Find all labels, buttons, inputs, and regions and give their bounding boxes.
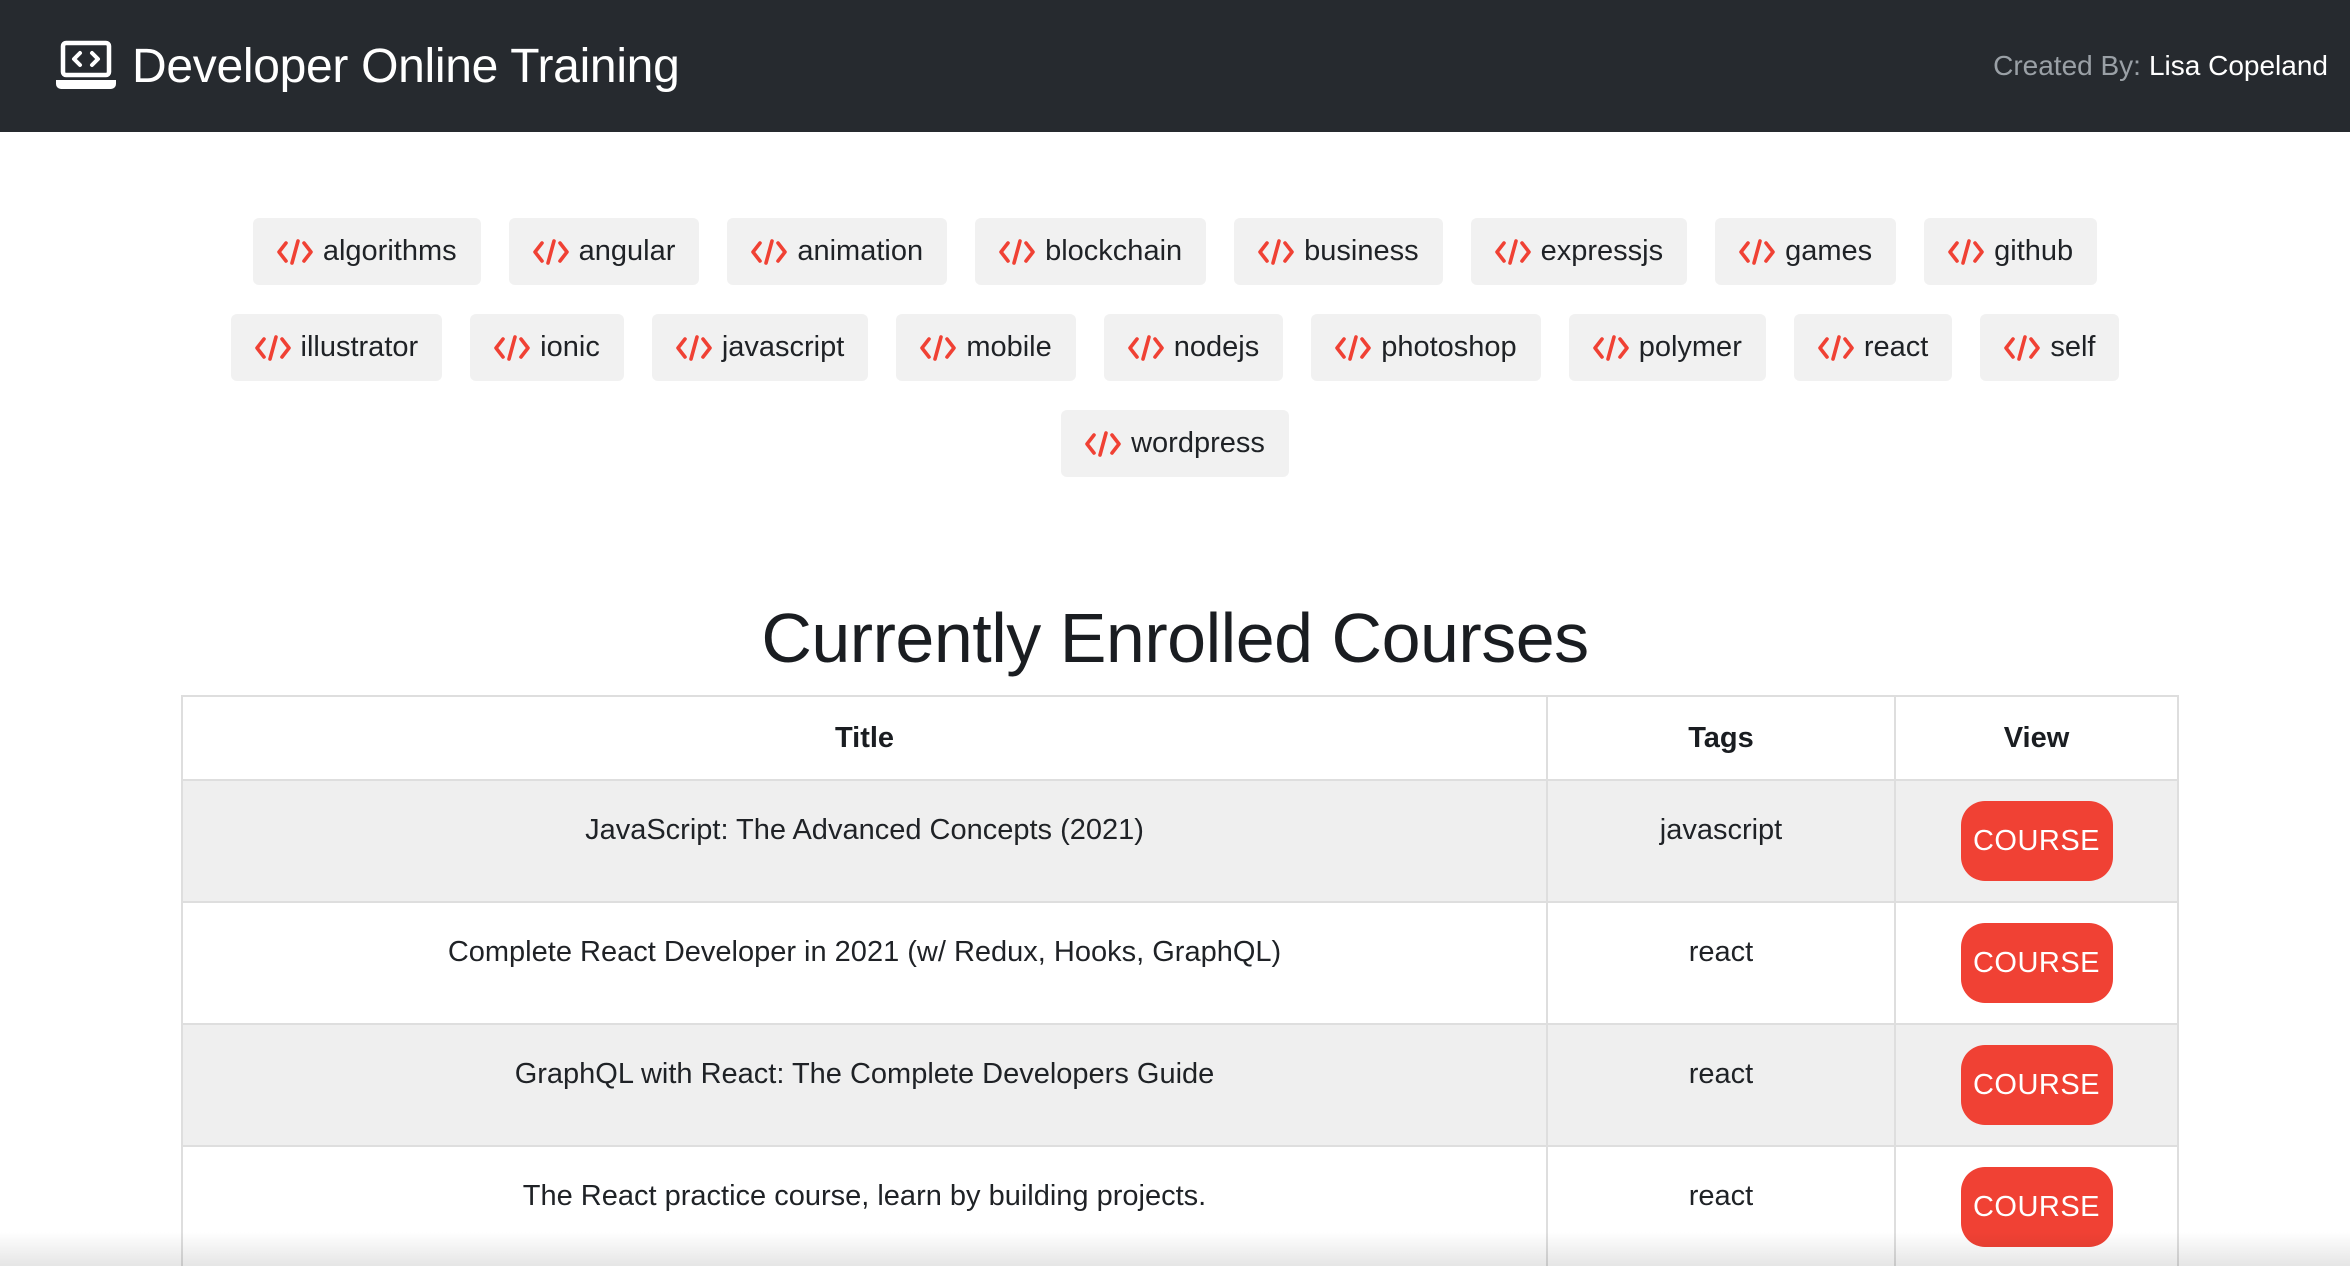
tag-label: algorithms (322, 235, 457, 267)
course-title: JavaScript: The Advanced Concepts (2021) (181, 779, 1548, 903)
tag-button-blockchain[interactable]: blockchain (975, 218, 1207, 285)
tag-label: polymer (1638, 331, 1742, 363)
course-title: Complete React Developer in 2021 (w/ Red… (181, 901, 1548, 1025)
brand-title: Developer Online Training (132, 39, 680, 93)
course-view-cell: COURSE (1894, 1023, 2179, 1147)
code-icon (1494, 238, 1531, 265)
tag-label: games (1785, 235, 1873, 267)
code-icon (676, 334, 712, 361)
tag-label: wordpress (1131, 427, 1265, 459)
tag-button-expressjs[interactable]: expressjs (1470, 218, 1688, 285)
course-button[interactable]: COURSE (1960, 1045, 2113, 1125)
tag-button-nodejs[interactable]: nodejs (1103, 314, 1284, 381)
course-view-cell: COURSE (1894, 1145, 2179, 1266)
code-icon (1948, 238, 1984, 265)
tag-row: algorithms angular animation blockchain busi… (0, 218, 2350, 285)
tag-button-algorithms[interactable]: algorithms (252, 218, 481, 285)
tag-button-games[interactable]: games (1715, 218, 1897, 285)
tag-row: wordpress (0, 410, 2350, 477)
code-icon (254, 334, 291, 361)
tag-label: ionic (540, 331, 600, 363)
table-row: Complete React Developer in 2021 (w/ Red… (181, 901, 2179, 1025)
navbar: Developer Online Training Created By: Lis… (0, 0, 2350, 132)
code-icon (532, 238, 569, 265)
course-tags: react (1546, 901, 1896, 1025)
course-button[interactable]: COURSE (1960, 801, 2113, 881)
code-icon (1258, 238, 1294, 265)
table-header-row: Title Tags View (181, 695, 2179, 781)
column-header-title: Title (181, 695, 1548, 781)
code-icon (2004, 334, 2041, 361)
tag-button-angular[interactable]: angular (508, 218, 700, 285)
tag-label: react (1863, 331, 1929, 363)
course-button[interactable]: COURSE (1960, 923, 2113, 1003)
tag-label: illustrator (300, 331, 419, 363)
code-icon (494, 334, 530, 361)
tag-button-wordpress[interactable]: wordpress (1061, 410, 1289, 477)
tag-label: angular (578, 235, 676, 267)
tag-label: javascript (721, 331, 845, 363)
tag-button-ionic[interactable]: ionic (470, 314, 624, 381)
code-icon (920, 334, 957, 361)
course-view-cell: COURSE (1894, 901, 2179, 1025)
table-row: JavaScript: The Advanced Concepts (2021)… (181, 779, 2179, 903)
tag-button-javascript[interactable]: javascript (651, 314, 869, 381)
course-tags: javascript (1546, 779, 1896, 903)
courses-table: Title Tags View JavaScript: The Advanced… (181, 695, 2179, 1266)
code-icon (1592, 334, 1629, 361)
tag-button-mobile[interactable]: mobile (896, 314, 1076, 381)
page-title: Currently Enrolled Courses (761, 599, 1589, 677)
tag-button-animation[interactable]: animation (727, 218, 948, 285)
code-icon (1818, 334, 1854, 361)
tag-button-photoshop[interactable]: photoshop (1311, 314, 1541, 381)
course-button[interactable]: COURSE (1960, 1167, 2113, 1247)
tag-button-github[interactable]: github (1924, 218, 2098, 285)
credit-label: Created By: (1993, 50, 2141, 81)
column-header-view: View (1894, 695, 2179, 781)
code-icon (1335, 334, 1372, 361)
code-icon (1085, 430, 1121, 457)
course-title: The React practice course, learn by buil… (181, 1145, 1548, 1266)
course-view-cell: COURSE (1894, 779, 2179, 903)
tag-label: animation (797, 235, 924, 267)
tag-label: blockchain (1045, 235, 1183, 267)
tag-list: algorithms angular animation blockchain busi… (0, 218, 2350, 506)
credit-name: Lisa Copeland (2148, 50, 2328, 81)
table-row: GraphQL with React: The Complete Develop… (181, 1023, 2179, 1147)
course-title: GraphQL with React: The Complete Develop… (181, 1023, 1548, 1147)
table-row: The React practice course, learn by buil… (181, 1145, 2179, 1266)
tag-button-polymer[interactable]: polymer (1568, 314, 1766, 381)
course-tags: react (1546, 1145, 1896, 1266)
tag-button-illustrator[interactable]: illustrator (230, 314, 443, 381)
tag-label: github (1994, 235, 2074, 267)
author-credit: Created By: Lisa Copeland (1993, 50, 2328, 82)
code-icon (751, 238, 788, 265)
tag-label: photoshop (1381, 331, 1517, 363)
brand-link[interactable]: Developer Online Training (54, 39, 680, 94)
tag-label: mobile (966, 331, 1052, 363)
tag-button-business[interactable]: business (1234, 218, 1443, 285)
column-header-tags: Tags (1546, 695, 1896, 781)
code-icon (277, 238, 313, 265)
tag-button-react[interactable]: react (1793, 314, 1953, 381)
code-icon (1127, 334, 1164, 361)
tag-row: illustrator ionic javascript mobile nodejs ph… (0, 314, 2350, 381)
tag-label: business (1304, 235, 1419, 267)
code-icon (1739, 238, 1775, 265)
tag-button-self[interactable]: self (1980, 314, 2120, 381)
code-icon (999, 238, 1035, 265)
tag-label: nodejs (1173, 331, 1260, 363)
laptop-code-icon (56, 40, 116, 89)
tag-label: self (2050, 331, 2096, 363)
tag-label: expressjs (1540, 235, 1664, 267)
course-tags: react (1546, 1023, 1896, 1147)
